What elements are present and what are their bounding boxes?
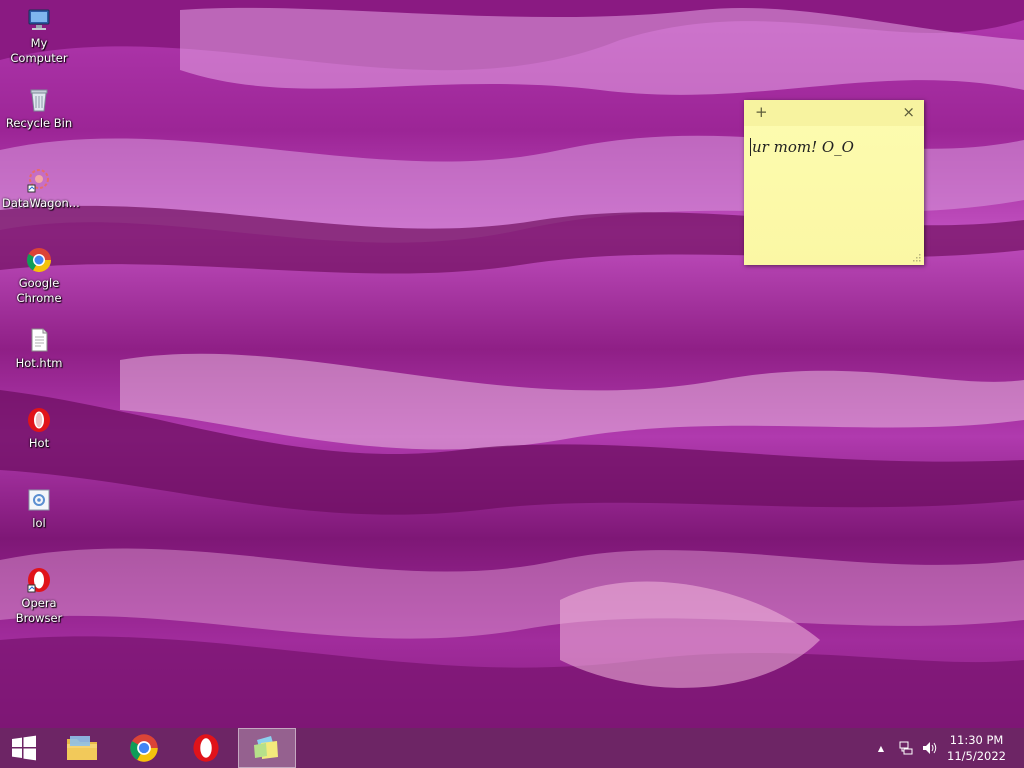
opera-icon	[193, 734, 219, 762]
desktop-icon-label: Recycle Bin	[5, 116, 73, 130]
network-button[interactable]	[897, 738, 915, 758]
html-file-icon	[31, 328, 48, 352]
folder-icon	[67, 736, 97, 760]
desktop-icon-lol[interactable]: lol	[0, 486, 78, 531]
volume-button[interactable]	[920, 738, 940, 758]
desktop-icon-hot-htm[interactable]: Hot.htm	[0, 326, 78, 371]
desktop-icon-label: Opera Browser	[15, 596, 63, 625]
taskbar: ▲ 11:30 PM 11/5/2022	[0, 728, 1024, 768]
desktop-icon-opera-browser[interactable]: Opera Browser	[0, 566, 78, 626]
taskbar-chrome-button[interactable]	[116, 728, 172, 768]
desktop-icon-label: DataWagon...	[2, 196, 80, 210]
desktop-icon-label: Google Chrome	[16, 276, 62, 305]
close-note-button[interactable]: ×	[902, 103, 915, 121]
show-hidden-icons-button[interactable]: ▲	[874, 738, 888, 758]
desktop-icon-label: Hot.htm	[15, 356, 63, 370]
desktop-icon-label: My Computer	[10, 36, 68, 65]
clock-time: 11:30 PM	[949, 733, 1004, 747]
sticky-note-window[interactable]: + × ur mom! O_O	[744, 100, 924, 265]
sticky-note-text[interactable]: ur mom! O_O	[750, 138, 916, 156]
taskbar-opera-button[interactable]	[178, 728, 234, 768]
desktop-icon-label: Hot	[28, 436, 50, 450]
sticky-notes-icon	[254, 736, 278, 759]
chrome-icon	[26, 248, 51, 273]
clock-date: 11/5/2022	[947, 749, 1006, 763]
desktop-icon-label: lol	[32, 516, 46, 530]
desktop[interactable]: My Computer Recycle Bin DataWagon... Goo…	[0, 0, 1024, 728]
windows-logo-icon	[12, 735, 36, 761]
computer-icon	[28, 9, 50, 30]
opera-icon	[28, 408, 50, 432]
speaker-icon	[923, 742, 937, 754]
chevron-up-icon: ▲	[877, 743, 885, 753]
sticky-note-titlebar[interactable]: + ×	[744, 100, 924, 126]
desktop-icon-google-chrome[interactable]: Google Chrome	[0, 246, 78, 306]
recycle-bin-icon	[30, 89, 48, 112]
datawagon-icon	[27, 169, 49, 193]
start-button[interactable]	[0, 728, 48, 768]
settings-file-icon	[28, 489, 50, 511]
add-note-button[interactable]: +	[755, 103, 768, 121]
desktop-icon-recycle-bin[interactable]: Recycle Bin	[0, 86, 78, 131]
resize-grip-icon[interactable]	[913, 254, 921, 262]
desktop-icon-my-computer[interactable]: My Computer	[0, 6, 78, 66]
taskbar-sticky-notes-button[interactable]	[238, 728, 296, 768]
chrome-icon	[130, 734, 158, 762]
opera-icon	[27, 568, 50, 593]
clock[interactable]: 11:30 PM 11/5/2022	[947, 732, 1006, 764]
desktop-icon-datawagon[interactable]: DataWagon...	[0, 166, 80, 211]
network-icon	[899, 741, 913, 755]
taskbar-file-explorer-button[interactable]	[54, 728, 110, 768]
desktop-icon-hot[interactable]: Hot	[0, 406, 78, 451]
